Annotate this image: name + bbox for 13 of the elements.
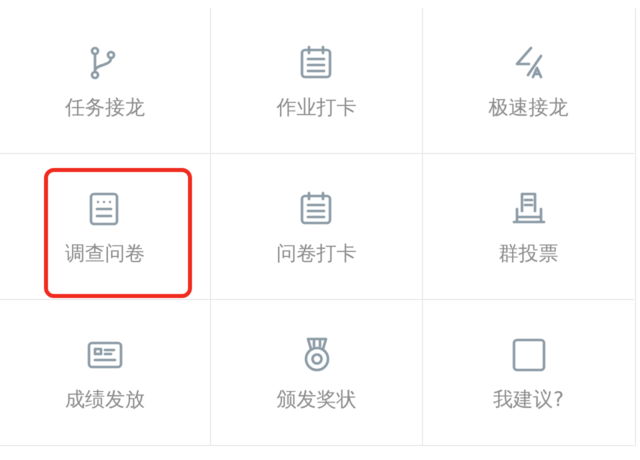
feature-label[interactable]: 群投票 (498, 240, 558, 264)
calendar-icon (298, 190, 334, 226)
calendar-icon (298, 44, 334, 80)
feature-label[interactable]: 任务接龙 (65, 94, 145, 118)
feature-label[interactable]: 颁发奖状 (276, 386, 356, 410)
feature-label[interactable]: 作业打卡 (276, 94, 356, 118)
feature-label[interactable]: 极速接龙 (488, 94, 568, 118)
feature-label[interactable]: 成绩发放 (65, 386, 145, 410)
feature-label[interactable]: 问卷打卡 (276, 240, 356, 264)
square-icon (510, 336, 546, 372)
feature-label[interactable]: 调查问卷 (65, 240, 145, 264)
feature-label[interactable]: 我建议? (493, 386, 564, 410)
ballot-box-icon (510, 190, 546, 226)
